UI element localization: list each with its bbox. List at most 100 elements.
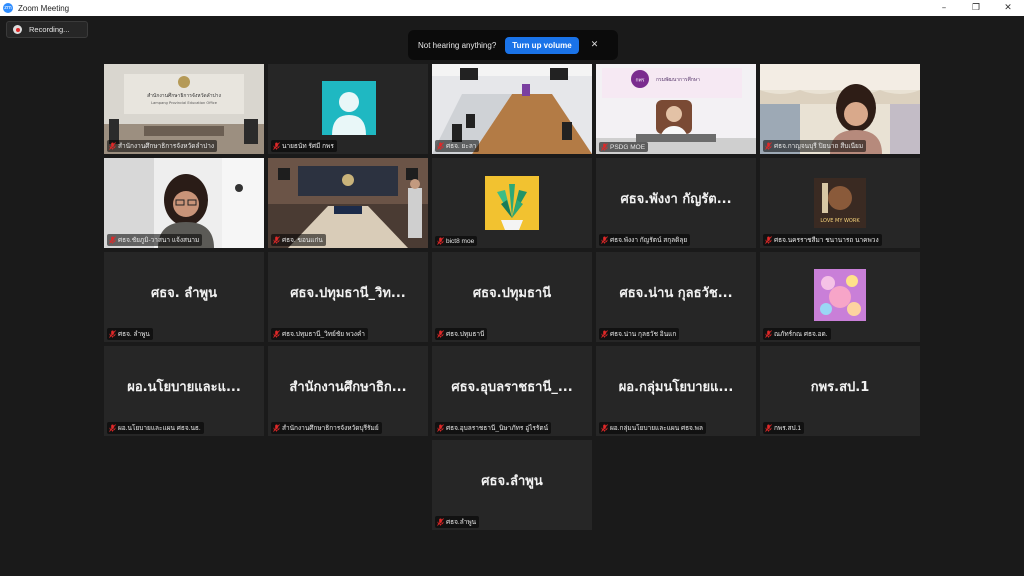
sticker-image [814,269,866,321]
participant-name: ศธจ. ลำพูน [118,331,150,338]
participant-name: ศธจ.อุบลราชธานี_นิษาภัทร อู่ไรรัตน์ [446,425,549,432]
participant-name-label: ศธจ.นครราชสีมา ชนานารถ นาคพวง [763,234,882,246]
participant-name: ผอ.กลุ่มนโยบายและแผน ศธจ.พล [610,425,703,432]
svg-text:สำนักงานศึกษาธิการจังหวัดลำปาง: สำนักงานศึกษาธิการจังหวัดลำปาง [147,92,221,99]
participant-name: กพร.สป.1 [774,425,802,432]
participant-display-name: ผอ.กลุ่มนโยบายแ... [618,380,734,395]
participant-display-name: ศธจ.พังงา กัญรัต... [620,192,732,207]
participant-name-label: ศธจ. ขอนแก่น [271,234,326,246]
participant-name-label: ศธจ.น่าน กุลธวัช อินแก [599,328,680,340]
participant-name-label: ศธจ.พังงา กัญรัตน์ สกุลดิลุย [599,234,691,246]
plant-image [485,176,539,230]
muted-mic-icon [109,236,116,244]
muted-mic-icon [601,143,608,151]
maximize-button[interactable]: ❐ [960,0,992,16]
participant-name-label: ศธจ.อุบลราชธานี_นิษาภัทร อู่ไรรัตน์ [435,422,552,434]
svg-text:กรมพัฒนาการศึกษา: กรมพัฒนาการศึกษา [656,76,700,83]
participant-display-name: ศธจ.ลำพูน [481,474,543,489]
muted-mic-icon [601,424,608,432]
record-icon [13,25,22,34]
minimize-button[interactable]: – [928,0,960,16]
audio-message: Not hearing anything? [418,40,497,50]
participant-name-label: ศธจ. ยะลา [435,140,480,152]
window-titlebar: zm Zoom Meeting – ❐ ✕ [0,0,1024,16]
participant-tile[interactable]: ศธจ.ชัยภูมิ-วาสนา แจ้งสนาม [104,158,264,248]
participant-tile[interactable]: ศธจ.ปทุมธานี_วิท... ศธจ.ปทุมธานี_วิทย์ชัย… [268,252,428,342]
participant-tile[interactable]: ศธจ.ปทุมธานี ศธจ.ปทุมธานี [432,252,592,342]
participant-tile[interactable]: ศธจ.น่าน กุลธวัช... ศธจ.น่าน กุลธวัช อินแ… [596,252,756,342]
participant-name: ศธจ.นครราชสีมา ชนานารถ นาคพวง [774,237,879,244]
participant-tile[interactable]: สำนักงานศึกษาธิการจังหวัดลำปาง Lampang Pr… [104,64,264,154]
participant-tile[interactable]: ศธจ.กาญจนบุรี ปิยนาถ สืบเนียม [760,64,920,154]
svg-text:กพร: กพร [635,78,644,84]
user-avatar-icon [322,81,376,135]
window-controls: – ❐ ✕ [928,0,1024,16]
audio-notification: Not hearing anything? Turn up volume ✕ [408,30,618,60]
muted-mic-icon [765,424,772,432]
participant-name-label: ศธจ. ลำพูน [107,328,153,340]
participant-name: bict8 moe [446,237,475,245]
participant-name-label: ผอ.กลุ่มนโยบายและแผน ศธจ.พล [599,422,706,434]
participant-tile[interactable]: ณภัทร์กณ ศธจ.อด. [760,252,920,342]
participant-tile[interactable]: bict8 moe [432,158,592,248]
participant-tile[interactable]: ศธจ.อุบลราชธานี_... ศธจ.อุบลราชธานี_นิษาภ… [432,346,592,436]
svg-text:Lampang Provincial Education O: Lampang Provincial Education Office [151,101,218,105]
participant-display-name: ศธจ.น่าน กุลธวัช... [619,286,733,301]
turn-up-volume-button[interactable]: Turn up volume [505,36,579,54]
svg-text:LOVE MY WORK: LOVE MY WORK [820,218,860,224]
participant-tile[interactable]: ศธจ. ยะลา [432,64,592,154]
participant-name-label: สำนักงานศึกษาธิการจังหวัดลำปาง [107,140,218,152]
participant-display-name: ศธจ.อุบลราชธานี_... [451,380,573,395]
muted-mic-icon [109,330,116,338]
participant-name-label: ศธจ.กาญจนบุรี ปิยนาถ สืบเนียม [763,140,867,152]
muted-mic-icon [273,330,280,338]
muted-mic-icon [437,518,444,526]
participant-name: ผอ.นโยบายและแผน ศธจ.นธ. [118,425,201,432]
video-feed: กพร กรมพัฒนาการศึกษา [596,64,756,154]
participant-tile[interactable]: ศธจ. ขอนแก่น [268,158,428,248]
participant-tile[interactable]: LOVE MY WORK ศธจ.นครราชสีมา ชนานารถ นาคพว… [760,158,920,248]
muted-mic-icon [273,424,280,432]
meeting-gallery: Recording... Not hearing anything? Turn … [0,16,1024,576]
muted-mic-icon [437,237,444,245]
participant-name: PSDG MOE [610,143,646,151]
participant-tile[interactable]: ศธจ.ลำพูน ศธจ.ลำพูน [432,440,592,530]
participant-tile[interactable]: นายธนัท รัศมี กพร [268,64,428,154]
zoom-app-icon: zm [3,3,13,13]
muted-mic-icon [765,330,772,338]
participant-name-label: ผอ.นโยบายและแผน ศธจ.นธ. [107,422,204,434]
muted-mic-icon [601,330,608,338]
muted-mic-icon [109,424,116,432]
participant-name-label: bict8 moe [435,236,478,246]
muted-mic-icon [437,330,444,338]
close-window-button[interactable]: ✕ [992,0,1024,16]
muted-mic-icon [437,142,444,150]
participant-tile[interactable]: ผอ.กลุ่มนโยบายแ... ผอ.กลุ่มนโยบายและแผน ศ… [596,346,756,436]
participant-name: สำนักงานศึกษาธิการจังหวัดลำปาง [118,143,215,150]
participant-name: นายธนัท รัศมี กพร [282,143,334,150]
participant-tile[interactable]: สำนักงานศึกษาธิก... สำนักงานศึกษาธิการจัง… [268,346,428,436]
participant-name: ณภัทร์กณ ศธจ.อด. [774,331,828,338]
recording-label: Recording... [29,25,70,34]
participant-tile[interactable]: กพร กรมพัฒนาการศึกษา PSDG MOE [596,64,756,154]
participant-name: ศธจ.กาญจนบุรี ปิยนาถ สืบเนียม [774,143,864,150]
participant-tile[interactable]: ผอ.นโยบายและแ... ผอ.นโยบายและแผน ศธจ.นธ. [104,346,264,436]
muted-mic-icon [601,236,608,244]
muted-mic-icon [765,236,772,244]
participant-name-label: ณภัทร์กณ ศธจ.อด. [763,328,831,340]
participant-name-label: ศธจ.ลำพูน [435,516,480,528]
participant-name-label: ศธจ.ชัยภูมิ-วาสนา แจ้งสนาม [107,234,203,246]
participant-tile[interactable]: กพร.สป.1 กพร.สป.1 [760,346,920,436]
recording-indicator[interactable]: Recording... [6,21,88,38]
close-banner-button[interactable]: ✕ [591,40,599,50]
participant-name-label: PSDG MOE [599,142,649,152]
muted-mic-icon [273,236,280,244]
participant-tile[interactable]: ศธจ. ลำพูน ศธจ. ลำพูน [104,252,264,342]
participant-name: ศธจ.ปทุมธานี [446,331,485,338]
muted-mic-icon [273,142,280,150]
participant-name-label: กพร.สป.1 [763,422,805,434]
participant-tile[interactable]: ศธจ.พังงา กัญรัต... ศธจ.พังงา กัญรัตน์ สก… [596,158,756,248]
participant-display-name: ศธจ.ปทุมธานี [472,286,552,301]
participant-name-label: สำนักงานศึกษาธิการจังหวัดบุรีรัมย์ [271,422,382,434]
muted-mic-icon [765,142,772,150]
